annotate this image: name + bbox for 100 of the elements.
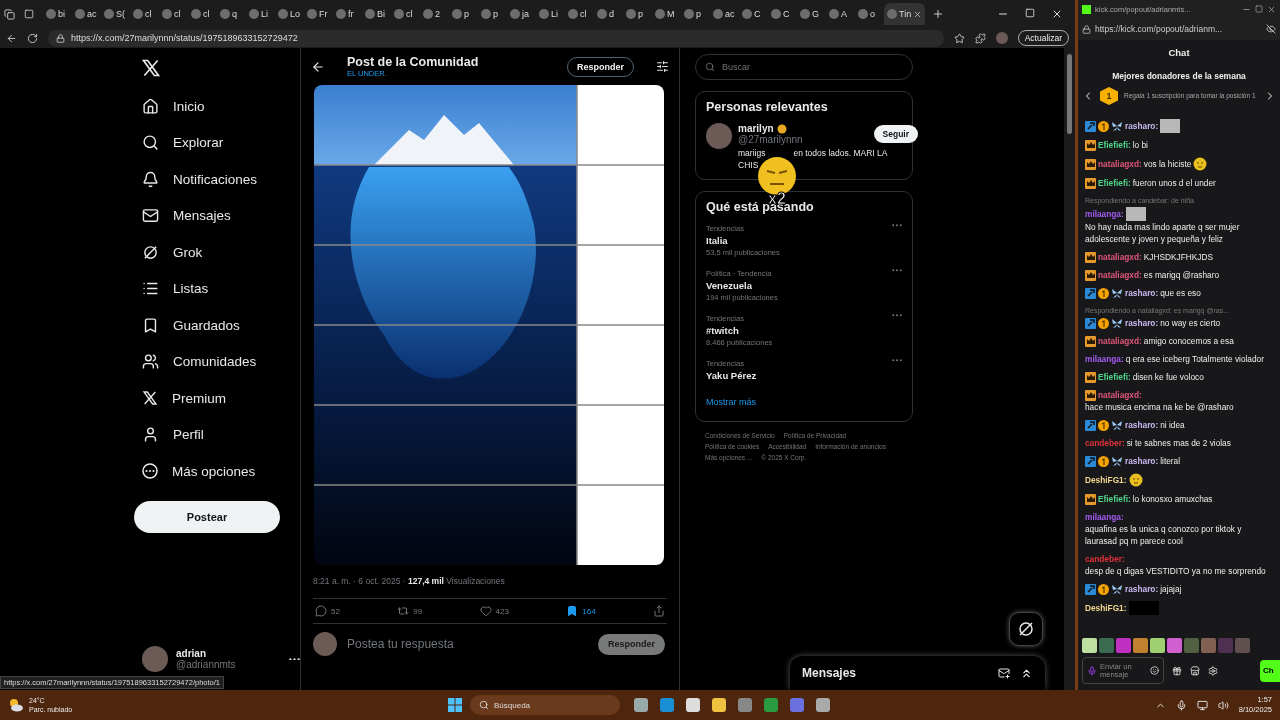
more-icon[interactable]: [289, 657, 300, 661]
nav-item[interactable]: Mensajes: [134, 197, 300, 234]
person-name[interactable]: marilyn: [738, 123, 774, 134]
sliders-icon[interactable]: [656, 60, 669, 73]
reply-input[interactable]: Postea tu respuesta: [345, 636, 590, 652]
close-icon[interactable]: [1051, 8, 1063, 20]
back-icon[interactable]: [6, 32, 17, 44]
follow-button[interactable]: Seguir: [873, 125, 918, 143]
eye-off-icon[interactable]: [1266, 24, 1276, 34]
nav-item[interactable]: Perfil: [134, 416, 300, 453]
grok-button[interactable]: [1009, 612, 1043, 646]
workspaces-icon[interactable]: [4, 8, 15, 20]
chat-username[interactable]: milaanga:: [1085, 208, 1124, 220]
chat-username[interactable]: rasharo:: [1125, 455, 1159, 467]
chat-username[interactable]: nataliagxd:: [1098, 251, 1142, 263]
search-input[interactable]: Buscar: [720, 61, 903, 73]
scrollbar-thumb[interactable]: [1067, 54, 1072, 134]
post-action[interactable]: 52: [315, 605, 340, 617]
trend-name[interactable]: Italia: [706, 235, 892, 246]
browser-tab[interactable]: cl: [391, 3, 419, 25]
share-icon[interactable]: [652, 605, 665, 617]
browser-tab[interactable]: cl: [159, 3, 187, 25]
new-message-icon[interactable]: [998, 667, 1010, 679]
chat-username[interactable]: nataliagxd:: [1098, 269, 1142, 281]
browser-tab[interactable]: Fr: [304, 3, 332, 25]
gift-icon[interactable]: [1172, 665, 1182, 676]
chat-username[interactable]: Efiefiefi:: [1098, 371, 1131, 383]
browser-tab[interactable]: cl: [130, 3, 158, 25]
browser-tab[interactable]: Bi: [362, 3, 390, 25]
browser-tab[interactable]: ac: [710, 3, 738, 25]
browser-tab[interactable]: p: [478, 3, 506, 25]
chat-username[interactable]: milaanga:: [1085, 353, 1124, 365]
post-action[interactable]: 164: [566, 605, 596, 617]
store-icon[interactable]: [1190, 665, 1200, 676]
browser-tab[interactable]: p: [681, 3, 709, 25]
browser-tab[interactable]: C: [768, 3, 796, 25]
browser-tab[interactable]: q: [217, 3, 245, 25]
browser-tab[interactable]: Li: [246, 3, 274, 25]
chat-username[interactable]: DeshiFG1:: [1085, 474, 1127, 486]
nav-item[interactable]: Guardados: [134, 307, 300, 344]
chat-username[interactable]: Efiefiefi:: [1098, 177, 1131, 189]
extensions-icon[interactable]: [974, 32, 986, 44]
volume-icon[interactable]: [1217, 699, 1229, 711]
post-action[interactable]: 423: [479, 605, 509, 617]
taskbar-search[interactable]: Búsqueda: [470, 695, 620, 715]
nav-item[interactable]: Comunidades: [134, 343, 300, 380]
browser-tab[interactable]: bi: [43, 3, 71, 25]
star-icon[interactable]: [953, 32, 965, 44]
tab-actions-icon[interactable]: [24, 9, 34, 19]
nav-item[interactable]: Listas: [134, 270, 300, 307]
nav-item[interactable]: Explorar: [134, 124, 300, 161]
post-action[interactable]: 99: [397, 605, 423, 617]
post-button[interactable]: Postear: [134, 500, 280, 533]
emoji-picker-icon[interactable]: [1150, 666, 1159, 675]
profile-avatar[interactable]: [995, 32, 1008, 44]
reload-icon[interactable]: [27, 32, 38, 44]
nav-item[interactable]: Premium: [134, 380, 300, 417]
trend-name[interactable]: Venezuela: [706, 280, 892, 291]
browser-tab[interactable]: 2: [420, 3, 448, 25]
browser-tab[interactable]: ja: [507, 3, 535, 25]
browser-tab[interactable]: o: [855, 3, 883, 25]
chat-username[interactable]: DeshiFG1:: [1085, 602, 1127, 614]
chat-username[interactable]: Efiefiefi:: [1098, 139, 1131, 151]
chat-username[interactable]: milaanga:: [1085, 511, 1124, 523]
browser-tab[interactable]: G: [797, 3, 825, 25]
address-field[interactable]: https://x.com/27marilynnn/status/1975189633152729472: [48, 29, 944, 47]
chat-username[interactable]: rasharo:: [1125, 583, 1159, 595]
nav-item[interactable]: Grok: [134, 234, 300, 271]
chat-username[interactable]: nataliagxd:: [1098, 158, 1142, 170]
network-icon[interactable]: [1196, 699, 1208, 711]
browser-tab[interactable]: Tin: [884, 3, 926, 25]
chat-username[interactable]: candeber:: [1085, 437, 1125, 449]
nav-item[interactable]: Notificaciones: [134, 161, 300, 198]
browser-tab[interactable]: S(: [101, 3, 129, 25]
browser-tab[interactable]: M: [652, 3, 680, 25]
chat-username[interactable]: rasharo:: [1125, 317, 1159, 329]
chat-username[interactable]: candeber:: [1085, 553, 1125, 565]
messages-drawer[interactable]: Mensajes: [790, 656, 1045, 690]
browser-tab[interactable]: p: [449, 3, 477, 25]
maximize-icon[interactable]: [1255, 5, 1263, 13]
chat-username[interactable]: Efiefiefi:: [1098, 493, 1131, 505]
browser-tab[interactable]: Li: [536, 3, 564, 25]
chat-send-button[interactable]: Ch: [1260, 659, 1280, 682]
new-tab-icon[interactable]: [932, 8, 945, 20]
browser-tab[interactable]: p: [623, 3, 651, 25]
close-tab-icon[interactable]: [913, 9, 923, 19]
browser-tab[interactable]: C: [739, 3, 767, 25]
windows-start-icon[interactable]: [448, 698, 462, 712]
chat-username[interactable]: rasharo:: [1125, 120, 1159, 132]
browser-tab[interactable]: fr: [333, 3, 361, 25]
chat-username[interactable]: nataliagxd:: [1098, 389, 1142, 401]
browser-tab[interactable]: cl: [565, 3, 593, 25]
trend-name[interactable]: Yaku Pérez: [706, 370, 892, 381]
browser-tab[interactable]: A: [826, 3, 854, 25]
chat-username[interactable]: nataliagxd:: [1098, 335, 1142, 347]
nav-item[interactable]: Más opciones: [134, 453, 300, 490]
show-more-link[interactable]: Mostrar más: [706, 397, 902, 407]
trend-name[interactable]: #twitch: [706, 325, 892, 336]
back-icon[interactable]: [311, 59, 325, 74]
browser-tab[interactable]: cl: [188, 3, 216, 25]
